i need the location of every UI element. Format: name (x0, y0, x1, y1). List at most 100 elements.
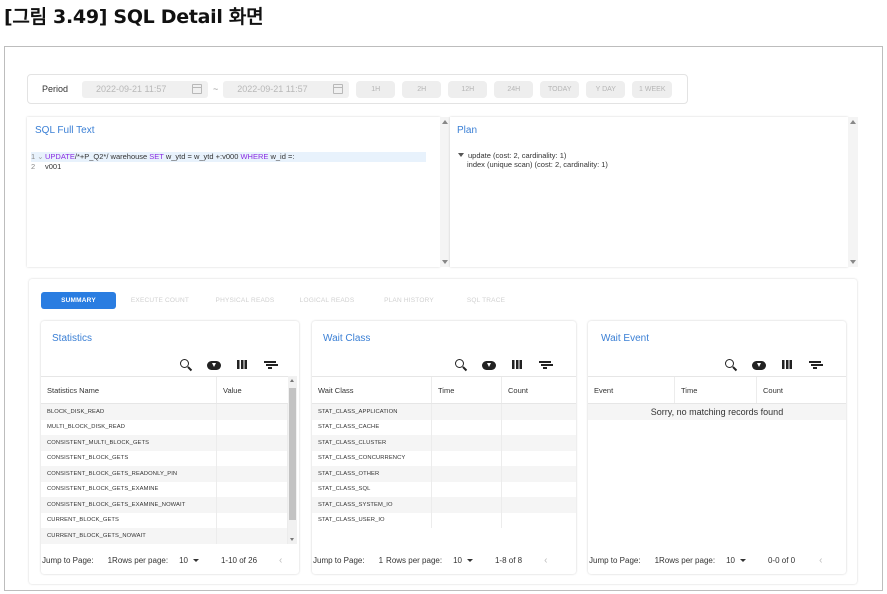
download-icon[interactable] (207, 358, 221, 372)
tab-physical-reads[interactable]: PHYSICAL READS (204, 292, 286, 309)
column-header[interactable]: Count (502, 377, 576, 403)
table-row[interactable]: CURRENT_BLOCK_GETS (41, 512, 288, 528)
rows-per-page-select[interactable]: 10 (453, 556, 473, 565)
sql-full-text-title: SQL Full Text (35, 125, 95, 136)
column-header[interactable]: Wait Class (312, 377, 432, 403)
column-header[interactable]: Value (217, 377, 288, 403)
view-columns-icon[interactable] (510, 358, 524, 372)
jump-to-page-label: Jump to Page: (589, 555, 641, 565)
view-columns-icon[interactable] (235, 358, 249, 372)
cell-wait-class: STAT_CLASS_SYSTEM_IO (312, 497, 432, 513)
cell-wait-class: STAT_CLASS_SQL (312, 481, 432, 497)
prev-page-icon[interactable]: ‹ (279, 555, 282, 566)
cell-value (217, 481, 288, 497)
tab-plan-history[interactable]: PLAN HISTORY (368, 292, 450, 309)
column-header[interactable]: Time (675, 377, 757, 403)
table-row[interactable]: BLOCK_DISK_READ (41, 404, 288, 420)
table-row[interactable]: CONSISTENT_BLOCK_GETS_READONLY_PIN (41, 466, 288, 482)
prev-page-icon[interactable]: ‹ (544, 555, 547, 566)
cell-value (217, 512, 288, 528)
code-token: SET (149, 152, 164, 161)
period-separator: ~ (213, 84, 219, 94)
tab-logical-reads[interactable]: LOGICAL READS (286, 292, 368, 309)
filter-icon[interactable] (808, 358, 822, 372)
plan-node-index[interactable]: index (unique scan) (cost: 2, cardinalit… (458, 160, 608, 169)
quick-1h-button[interactable]: 1H (356, 80, 396, 98)
fold-icon[interactable]: ⌄ (37, 152, 43, 161)
jump-page-input[interactable]: 1 (379, 556, 383, 565)
quick-today-button[interactable]: TODAY (540, 80, 580, 98)
table-row[interactable]: CONSISTENT_BLOCK_GETS_EXAMINE_NOWAIT (41, 497, 288, 513)
table-row[interactable]: MULTI_BLOCK_DISK_READ (41, 419, 288, 435)
plan-node-label: update (cost: 2, cardinality: 1) (468, 151, 567, 160)
wait-class-table: Wait Class Time Count STAT_CLASS_APPLICA… (312, 376, 576, 528)
calendar-icon[interactable] (192, 84, 202, 94)
column-header[interactable]: Event (588, 377, 675, 403)
filter-icon[interactable] (263, 358, 277, 372)
wait-class-panel: Wait Class Wait Class Time Count STAT_CL… (312, 321, 576, 574)
download-icon[interactable] (752, 358, 766, 372)
cell-value (217, 497, 288, 513)
search-icon[interactable] (454, 358, 468, 372)
filter-icon[interactable] (538, 358, 552, 372)
quick-1week-button[interactable]: 1 WEEK (632, 80, 673, 98)
table-row[interactable]: STAT_CLASS_SQL (312, 481, 576, 497)
table-row[interactable]: STAT_CLASS_APPLICATION (312, 404, 576, 420)
code-token: w_ytd = w_ytd +:v000 (163, 152, 241, 161)
prev-page-icon[interactable]: ‹ (819, 555, 822, 566)
column-header[interactable]: Time (432, 377, 502, 403)
table-row[interactable]: STAT_CLASS_USER_IO (312, 512, 576, 528)
quick-24h-button[interactable]: 24H (494, 80, 534, 98)
quick-12h-button[interactable]: 12H (448, 80, 488, 98)
rows-per-page-select[interactable]: 10 (179, 556, 199, 565)
period-from-field[interactable]: 2022-09-21 11:57 (82, 80, 208, 98)
cell-wait-class: STAT_CLASS_APPLICATION (312, 404, 432, 420)
tab-execute-count[interactable]: EXECUTE COUNT (116, 292, 204, 309)
cell-stat-name: CONSISTENT_BLOCK_GETS (41, 450, 217, 466)
tab-sql-trace[interactable]: SQL TRACE (450, 292, 522, 309)
cell-value (217, 419, 288, 435)
table-row[interactable]: STAT_CLASS_CLUSTER (312, 435, 576, 451)
code-line: 1 ⌄ UPDATE/*+P_Q2*/ warehouse SET w_ytd … (31, 152, 426, 162)
calendar-icon[interactable] (333, 84, 344, 94)
column-header[interactable]: Count (757, 377, 846, 403)
statistics-scrollbar[interactable] (288, 376, 297, 544)
sql-code-editor[interactable]: 1 ⌄ UPDATE/*+P_Q2*/ warehouse SET w_ytd … (31, 152, 426, 172)
table-row[interactable]: CONSISTENT_MULTI_BLOCK_GETS (41, 435, 288, 451)
quick-2h-button[interactable]: 2H (402, 80, 442, 98)
wait-class-title: Wait Class (323, 333, 371, 344)
table-row[interactable]: STAT_CLASS_SYSTEM_IO (312, 497, 576, 513)
view-columns-icon[interactable] (780, 358, 794, 372)
period-to-field[interactable]: 2022-09-21 11:57 (223, 80, 350, 98)
scrollbar-thumb[interactable] (289, 388, 296, 520)
code-text: UPDATE/*+P_Q2*/ warehouse SET w_ytd = w_… (45, 152, 294, 162)
tab-summary[interactable]: SUMMARY (41, 292, 116, 309)
cell-wait-class: STAT_CLASS_CONCURRENCY (312, 450, 432, 466)
cell-wait-class: STAT_CLASS_OTHER (312, 466, 432, 482)
download-icon[interactable] (482, 358, 496, 372)
quick-yday-button[interactable]: Y DAY (586, 80, 626, 98)
search-icon[interactable] (179, 358, 193, 372)
expand-caret-icon[interactable] (458, 153, 464, 157)
cell-value (217, 450, 288, 466)
cell-value (217, 466, 288, 482)
chevron-down-icon (466, 558, 473, 562)
table-body: STAT_CLASS_APPLICATION STAT_CLASS_CACHE … (312, 404, 576, 528)
rows-per-page-select[interactable]: 10 (726, 556, 746, 565)
code-token: w_id =: (268, 152, 295, 161)
column-header[interactable]: Statistics Name (41, 377, 217, 403)
table-row[interactable]: CURRENT_BLOCK_GETS_NOWAIT (41, 528, 288, 544)
plan-scrollbar[interactable] (848, 117, 858, 267)
sql-scrollbar[interactable] (440, 117, 450, 267)
plan-panel: Plan update (cost: 2, cardinality: 1) in… (450, 117, 858, 267)
table-row[interactable]: CONSISTENT_BLOCK_GETS (41, 450, 288, 466)
table-row[interactable]: STAT_CLASS_CACHE (312, 419, 576, 435)
table-row[interactable]: STAT_CLASS_OTHER (312, 466, 576, 482)
table-row[interactable]: STAT_CLASS_CONCURRENCY (312, 450, 576, 466)
line-number: 2 (31, 162, 36, 171)
search-icon[interactable] (724, 358, 738, 372)
code-text: v001 (45, 162, 62, 171)
plan-node-update[interactable]: update (cost: 2, cardinality: 1) (458, 151, 608, 160)
table-row[interactable]: CONSISTENT_BLOCK_GETS_EXAMINE (41, 481, 288, 497)
wait-class-pagination: Jump to Page: 1 Rows per page: 10 1-8 of … (312, 550, 576, 570)
